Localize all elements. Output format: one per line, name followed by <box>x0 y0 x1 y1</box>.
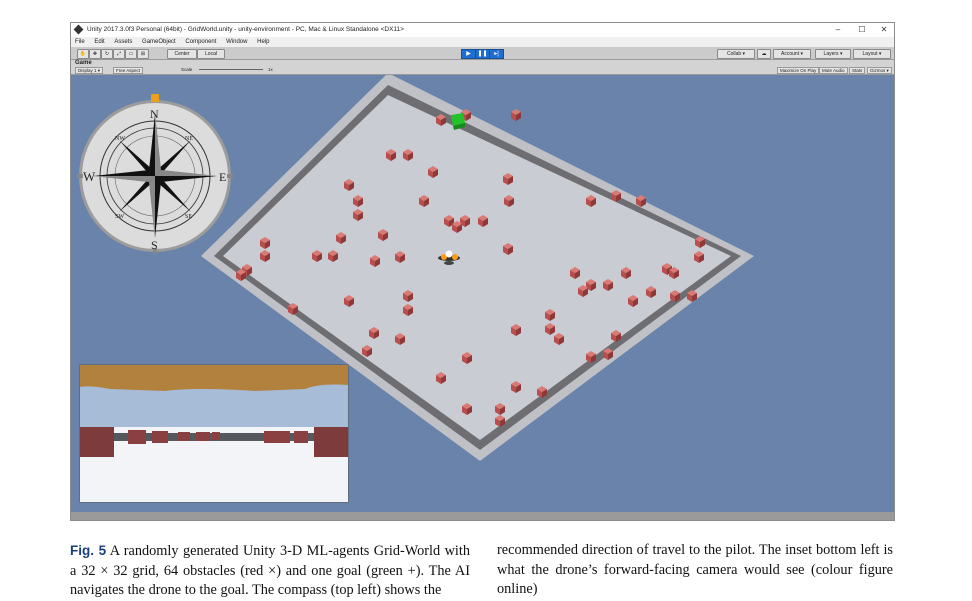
compass: W E N S NE NW SE SW <box>77 94 233 254</box>
display-dropdown[interactable]: Display 1 ▾ <box>75 67 104 74</box>
compass-west-label: W <box>83 169 96 184</box>
compass-sw-label: SW <box>115 214 124 220</box>
figure-caption-right: recommended direction of travel to the p… <box>497 541 893 600</box>
menu-window[interactable]: Window <box>226 39 247 45</box>
hand-tool-icon[interactable]: ✋ <box>77 49 89 59</box>
game-view-header: Game Display 1 ▾ Free Aspect Scale 1x Ma… <box>71 60 894 75</box>
play-icon[interactable]: ▶ <box>461 49 476 59</box>
compass-se-label: SE <box>185 214 192 220</box>
window-title: Unity 2017.3.0f3 Personal (64bit) - Grid… <box>87 26 404 33</box>
scale-slider[interactable] <box>199 69 263 70</box>
menu-bar: File Edit Assets GameObject Component Wi… <box>71 37 894 47</box>
rotate-tool-icon[interactable]: ↻ <box>101 49 113 59</box>
step-icon[interactable]: ▸| <box>489 49 504 59</box>
scene-render: W E N S NE NW SE SW <box>77 75 754 503</box>
obstacle-cube <box>511 109 521 121</box>
compass-east-label: E <box>219 170 226 184</box>
menu-assets[interactable]: Assets <box>114 39 132 45</box>
heading-marker <box>151 94 159 102</box>
menu-gameobject[interactable]: GameObject <box>142 39 176 45</box>
drone-camera-inset <box>79 364 349 503</box>
transform-tool-icon[interactable]: ⊞ <box>137 49 149 59</box>
layout-button[interactable]: Layout ▾ <box>853 49 891 59</box>
compass-nw-label: NW <box>115 136 125 142</box>
cloud-icon[interactable]: ☁ <box>757 49 771 59</box>
game-tab[interactable]: Game <box>75 60 92 66</box>
game-scene: W E N S NE NW SE SW <box>71 75 894 512</box>
title-bar: Unity 2017.3.0f3 Personal (64bit) - Grid… <box>71 23 894 37</box>
unity-logo-icon <box>73 24 84 35</box>
menu-edit[interactable]: Edit <box>94 39 104 45</box>
unity-editor-window: Unity 2017.3.0f3 Personal (64bit) - Grid… <box>70 22 895 521</box>
menu-file[interactable]: File <box>75 39 85 45</box>
mute-audio-toggle[interactable]: Mute Audio <box>819 67 848 74</box>
caption-text-left: A randomly generated Unity 3-D ML-agents… <box>70 543 470 599</box>
maximize-button[interactable]: ☐ <box>855 23 869 37</box>
figure-label: Fig. 5 <box>70 543 107 558</box>
minimize-button[interactable]: – <box>831 23 845 37</box>
menu-component[interactable]: Component <box>185 39 216 45</box>
pivot-local-button[interactable]: Local <box>197 49 225 59</box>
gizmos-dropdown[interactable]: Gizmos ▾ <box>867 67 892 74</box>
compass-north-label: N <box>150 107 159 121</box>
compass-ne-label: NE <box>185 136 193 142</box>
menu-help[interactable]: Help <box>257 39 269 45</box>
maximize-on-play-toggle[interactable]: Maximize On Play <box>777 67 820 74</box>
caption-text-right: recommended direction of travel to the p… <box>497 542 893 598</box>
aspect-dropdown[interactable]: Free Aspect <box>113 67 144 74</box>
collab-button[interactable]: Collab ▾ <box>717 49 755 59</box>
close-button[interactable]: ✕ <box>877 23 891 37</box>
move-tool-icon[interactable]: ✥ <box>89 49 101 59</box>
window-bottom-strip <box>71 512 894 520</box>
account-button[interactable]: Account ▾ <box>773 49 811 59</box>
compass-south-label: S <box>151 238 158 252</box>
layers-button[interactable]: Layers ▾ <box>815 49 851 59</box>
pivot-center-button[interactable]: Center <box>167 49 197 59</box>
scale-label: Scale <box>181 67 193 72</box>
pause-icon[interactable]: ❚❚ <box>475 49 490 59</box>
scale-tool-icon[interactable]: ⤢ <box>113 49 125 59</box>
figure-caption-left: Fig. 5 A randomly generated Unity 3-D ML… <box>70 541 470 601</box>
rect-tool-icon[interactable]: ▭ <box>125 49 137 59</box>
scale-value: 1x <box>268 67 273 72</box>
main-toolbar: ✋ ✥ ↻ ⤢ ▭ ⊞ Center Local ▶ ❚❚ ▸| Collab … <box>71 47 894 60</box>
stats-toggle[interactable]: Stats <box>849 67 866 74</box>
